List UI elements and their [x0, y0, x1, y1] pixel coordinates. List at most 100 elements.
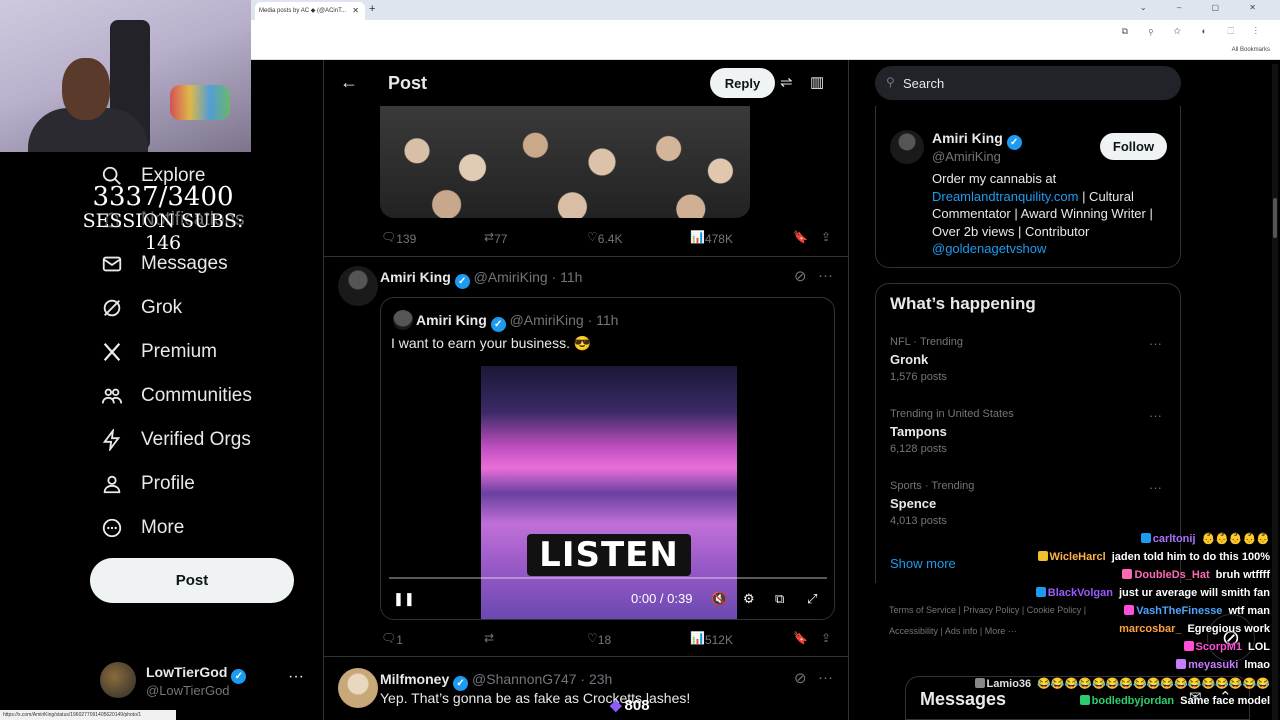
view-count: 512K — [704, 633, 733, 647]
sidebar-item-label: Communities — [141, 385, 252, 406]
grok-analyze-icon[interactable]: ⊘ — [794, 267, 807, 285]
verified-badge-icon: ✓ — [231, 669, 247, 684]
sidebar-item-more[interactable]: More — [100, 512, 184, 544]
mute-icon[interactable]: 🔇 — [711, 591, 727, 607]
profile-card: Amiri King ✓ @AmiriKing Follow Order my … — [875, 106, 1181, 268]
pip-icon[interactable]: ⧉ — [775, 591, 784, 607]
window-controls[interactable]: ⌄ – ▢ ✕ — [1140, 3, 1270, 12]
profile-handle[interactable]: @AmiriKing — [932, 149, 1001, 164]
sidebar-item-grok[interactable]: Grok — [100, 292, 182, 324]
chat-line: BlackVolgan just ur average will smith fa… — [1035, 587, 1270, 605]
filter-icon[interactable]: ⇌ — [780, 73, 793, 91]
search-icon: ⚲ — [886, 75, 895, 89]
grok-analyze-icon[interactable]: ⊘ — [794, 669, 807, 687]
section-title: What’s happening — [890, 294, 1036, 313]
trend-more-icon[interactable]: ··· — [1149, 336, 1162, 351]
sidebar-item-profile[interactable]: Profile — [100, 468, 195, 500]
trend-more-icon[interactable]: ··· — [1149, 408, 1162, 423]
repost-action[interactable]: ⇄ 77 — [484, 230, 507, 246]
avatar[interactable] — [338, 668, 378, 708]
follow-button[interactable]: Follow — [1100, 133, 1167, 160]
scrollbar-thumb[interactable] — [1273, 198, 1277, 238]
chat-user: marcosbar_ — [1119, 623, 1182, 635]
chat-line: WicleHarcl jaden told him to do this 100% — [1037, 551, 1270, 569]
trend-item[interactable]: Sports · Trending Spence 4,013 posts ··· — [890, 480, 1170, 527]
tweet-time[interactable]: · 11h — [552, 269, 583, 285]
settings-icon[interactable]: ⚙ — [743, 591, 755, 607]
verified-badge-icon: ✓ — [1006, 135, 1022, 150]
account-switcher[interactable]: LowTierGod ✓ @LowTierGod ··· — [100, 660, 312, 704]
scrollbar[interactable] — [1272, 64, 1278, 720]
tweet-header: Milfmoney ✓ @ShannonG747 · 23h — [380, 671, 612, 691]
trend-more-icon[interactable]: ··· — [1149, 480, 1162, 495]
profile-bio: Order my cannabis at Dreamlandtranquilit… — [932, 170, 1172, 258]
chat-user: WicleHarcl — [1049, 551, 1106, 563]
bio-link[interactable]: Dreamlandtranquility.com — [932, 189, 1078, 204]
author-name[interactable]: Milfmoney — [380, 671, 449, 687]
pause-icon[interactable]: ❚❚ — [393, 591, 415, 607]
tweet-more-icon[interactable]: ··· — [818, 669, 833, 686]
quote-header: Amiri King ✓ @AmiriKing · 11h — [416, 312, 618, 332]
post-image[interactable] — [380, 106, 750, 218]
back-arrow-icon[interactable]: ← — [340, 72, 358, 93]
author-name[interactable]: Amiri King — [380, 269, 451, 285]
share-icon[interactable]: ⇪ — [821, 631, 831, 645]
views-action[interactable]: 📊 512K — [690, 631, 733, 647]
views-action[interactable]: 📊 478K — [690, 230, 733, 246]
more-circle-icon — [100, 516, 124, 540]
trend-name: Spence — [890, 496, 937, 511]
trend-meta: NFL · Trending — [890, 336, 963, 348]
browser-tab[interactable]: Media posts by AC ◆ (@ACinT... ✕ — [255, 2, 365, 20]
repost-action[interactable]: ⇄ — [484, 631, 494, 645]
show-more-link[interactable]: Show more — [890, 556, 956, 571]
bookmark-icon[interactable]: 🔖 — [793, 631, 808, 645]
like-action[interactable]: ♡ 18 — [587, 631, 611, 647]
reply-action[interactable]: 🗨 139 — [381, 230, 416, 246]
reply-count: 139 — [396, 232, 417, 246]
people-icon — [100, 384, 124, 408]
bits-gem-icon: ◆ — [610, 697, 622, 714]
divider — [324, 256, 848, 257]
quote-author-handle: @AmiriKing — [509, 312, 584, 328]
search-input[interactable]: ⚲ Search — [875, 66, 1181, 100]
tweet-header: Amiri King ✓ @AmiriKing · 11h — [380, 269, 582, 289]
trend-count: 4,013 posts — [890, 515, 947, 527]
post-button[interactable]: Post — [90, 558, 294, 603]
bits-count: 808 — [624, 697, 650, 714]
bio-mention[interactable]: @goldenagetvshow — [932, 241, 1046, 256]
sidebar-item-communities[interactable]: Communities — [100, 380, 252, 412]
reply-button[interactable]: Reply — [710, 68, 775, 98]
reply-action[interactable]: 🗨 1 — [381, 631, 403, 647]
share-icon[interactable]: ⇪ — [821, 230, 831, 244]
author-handle[interactable]: @ShannonG747 — [472, 671, 577, 687]
trend-meta: Sports · Trending — [890, 480, 975, 492]
account-more-icon[interactable]: ··· — [288, 668, 304, 686]
avatar[interactable] — [338, 266, 378, 306]
quoted-tweet[interactable]: Amiri King ✓ @AmiriKing · 11h I want to … — [380, 297, 835, 620]
footer-links[interactable]: Accessibility | Ads info | More ··· — [889, 626, 1017, 636]
author-handle[interactable]: @AmiriKing — [474, 269, 548, 285]
profile-name[interactable]: Amiri King — [932, 130, 1003, 146]
sidebar-item-verified-orgs[interactable]: Verified Orgs — [100, 424, 251, 456]
video-player[interactable]: LISTEN ❚❚ 0:00 / 0:39 🔇 ⚙ ⧉ ⤢ — [381, 366, 834, 619]
browser-toolbar: ⧉ ⚲ ☆ ◐ ⬚ ⋮ — [251, 20, 1280, 44]
bio-text: Order my cannabis at — [932, 171, 1057, 186]
bookmark-icon[interactable]: 🔖 — [793, 230, 808, 244]
quote-text: I want to earn your business. 😎 — [391, 335, 592, 351]
video-progress-bar[interactable] — [389, 577, 827, 579]
sidebar-item-premium[interactable]: Premium — [100, 336, 217, 368]
tweet-time[interactable]: · 23h — [580, 671, 612, 687]
new-tab-button[interactable]: + — [369, 3, 375, 15]
avatar[interactable] — [890, 130, 924, 164]
all-bookmarks-button[interactable]: All Bookmarks — [1232, 47, 1270, 53]
tweet-more-icon[interactable]: ··· — [818, 267, 833, 284]
tab-close-icon[interactable]: ✕ — [352, 6, 359, 15]
footer-links[interactable]: Terms of Service | Privacy Policy | Cook… — [889, 605, 1086, 615]
trend-item[interactable]: NFL · Trending Gronk 1,576 posts ··· — [890, 336, 1170, 383]
reader-view-icon[interactable]: ▥ — [810, 73, 824, 91]
trend-item[interactable]: Trending in United States Tampons 6,128 … — [890, 408, 1170, 455]
toolbar-icons[interactable]: ⧉ ⚲ ☆ ◐ ⬚ ⋮ — [1122, 26, 1266, 37]
fullscreen-icon[interactable]: ⤢ — [807, 591, 817, 607]
chat-user: VashTheFinesse — [1136, 605, 1223, 617]
like-action[interactable]: ♡ 6.4K — [587, 230, 622, 246]
